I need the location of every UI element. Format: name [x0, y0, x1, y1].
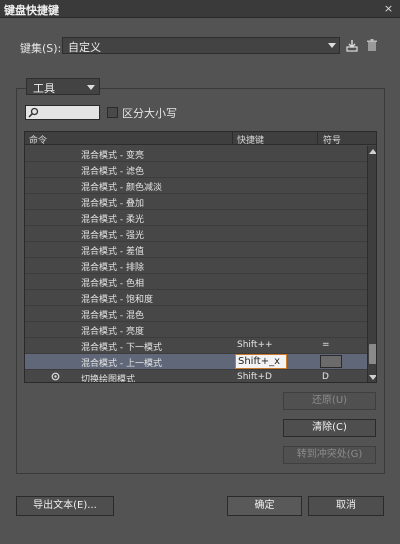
- scroll-thumb[interactable]: [369, 344, 376, 364]
- table-row[interactable]: 混合模式 - 色相: [25, 274, 367, 290]
- set-value: 自定义: [68, 41, 101, 54]
- case-sensitive-checkbox[interactable]: [107, 107, 118, 118]
- clear-button[interactable]: 清除(C): [283, 419, 376, 437]
- save-set-icon[interactable]: [346, 39, 358, 52]
- undo-button[interactable]: 还原(U): [283, 392, 376, 410]
- table-row[interactable]: 混合模式 - 亮度: [25, 322, 367, 338]
- cancel-button[interactable]: 取消: [308, 496, 384, 516]
- search-icon: [28, 107, 39, 118]
- table-row[interactable]: 混合模式 - 柔光: [25, 210, 367, 226]
- column-command[interactable]: 命令: [29, 133, 47, 146]
- set-dropdown[interactable]: 自定义: [62, 37, 340, 54]
- shortcut-table: 命令 快捷键 符号 混合模式 - 变亮 混合模式 - 滤色 混合模式 - 颜色减淡混…: [24, 131, 377, 383]
- case-sensitive-label: 区分大小写: [122, 107, 177, 120]
- workspace-icon: [51, 372, 60, 381]
- search-input[interactable]: [25, 105, 100, 120]
- ok-button[interactable]: 确定: [227, 496, 302, 516]
- command-name: 混合模式 - 颜色减淡: [81, 183, 162, 193]
- shortcut-input[interactable]: Shift+_x: [235, 354, 287, 369]
- window-title: 键盘快捷键: [4, 4, 59, 17]
- chevron-down-icon: [328, 43, 336, 48]
- command-name: 混合模式 - 上一模式: [81, 359, 162, 369]
- command-name: 混合模式 - 亮度: [81, 327, 144, 337]
- set-label: 键集(S):: [20, 42, 62, 55]
- command-name: 混合模式 - 色相: [81, 279, 144, 289]
- command-name: 混合模式 - 叠加: [81, 199, 144, 209]
- table-row[interactable]: 切换绘图模式 Shift+D D: [25, 370, 367, 383]
- table-scrollbar[interactable]: [367, 146, 376, 382]
- area-value: 工具: [33, 82, 55, 95]
- symbol-value: =: [322, 340, 330, 350]
- column-shortcut[interactable]: 快捷键: [237, 133, 264, 146]
- command-name: 混合模式 - 滤色: [81, 167, 144, 177]
- table-row[interactable]: 混合模式 - 饱和度: [25, 290, 367, 306]
- command-name: 混合模式 - 柔光: [81, 215, 144, 225]
- scroll-down-icon[interactable]: [369, 375, 376, 380]
- table-row[interactable]: 混合模式 - 下一模式 Shift++ =: [25, 338, 367, 354]
- chevron-down-icon: [87, 85, 95, 90]
- table-row[interactable]: 混合模式 - 差值: [25, 242, 367, 258]
- table-header: 命令 快捷键 符号: [25, 132, 376, 146]
- table-row[interactable]: 混合模式 - 颜色减淡: [25, 178, 367, 194]
- title-bar: 键盘快捷键 ×: [0, 0, 400, 18]
- table-row[interactable]: 混合模式 - 上一模式 Shift+_x: [25, 354, 367, 370]
- table-row[interactable]: 混合模式 - 混色: [25, 306, 367, 322]
- shortcut-value: Shift++: [237, 340, 273, 350]
- symbol-input[interactable]: [320, 355, 342, 368]
- command-name: 切换绘图模式: [81, 375, 136, 383]
- command-name: 混合模式 - 差值: [81, 247, 144, 257]
- table-row[interactable]: 混合模式 - 叠加: [25, 194, 367, 210]
- shortcut-value: Shift+D: [237, 372, 272, 382]
- delete-set-icon[interactable]: [366, 39, 378, 52]
- table-row[interactable]: 混合模式 - 变亮: [25, 146, 367, 162]
- command-name: 混合模式 - 混色: [81, 311, 144, 321]
- command-name: 混合模式 - 排除: [81, 263, 144, 273]
- close-icon[interactable]: ×: [381, 1, 396, 16]
- table-row[interactable]: 混合模式 - 强光: [25, 226, 367, 242]
- area-dropdown[interactable]: 工具: [26, 78, 100, 95]
- table-rows: 混合模式 - 变亮 混合模式 - 滤色 混合模式 - 颜色减淡 混合模式 - 叠加 混合…: [25, 146, 367, 383]
- table-row[interactable]: 混合模式 - 排除: [25, 258, 367, 274]
- scroll-up-icon[interactable]: [369, 149, 376, 154]
- export-text-button[interactable]: 导出文本(E)...: [16, 496, 114, 516]
- command-name: 混合模式 - 变亮: [81, 151, 144, 161]
- command-name: 混合模式 - 强光: [81, 231, 144, 241]
- command-name: 混合模式 - 下一模式: [81, 343, 162, 353]
- column-separator: [317, 132, 318, 145]
- symbol-value: D: [322, 372, 329, 382]
- table-row[interactable]: 混合模式 - 滤色: [25, 162, 367, 178]
- command-name: 混合模式 - 饱和度: [81, 295, 153, 305]
- goto-conflict-button[interactable]: 转到冲突处(G): [283, 446, 376, 464]
- column-symbol[interactable]: 符号: [323, 133, 341, 146]
- column-separator: [232, 132, 233, 145]
